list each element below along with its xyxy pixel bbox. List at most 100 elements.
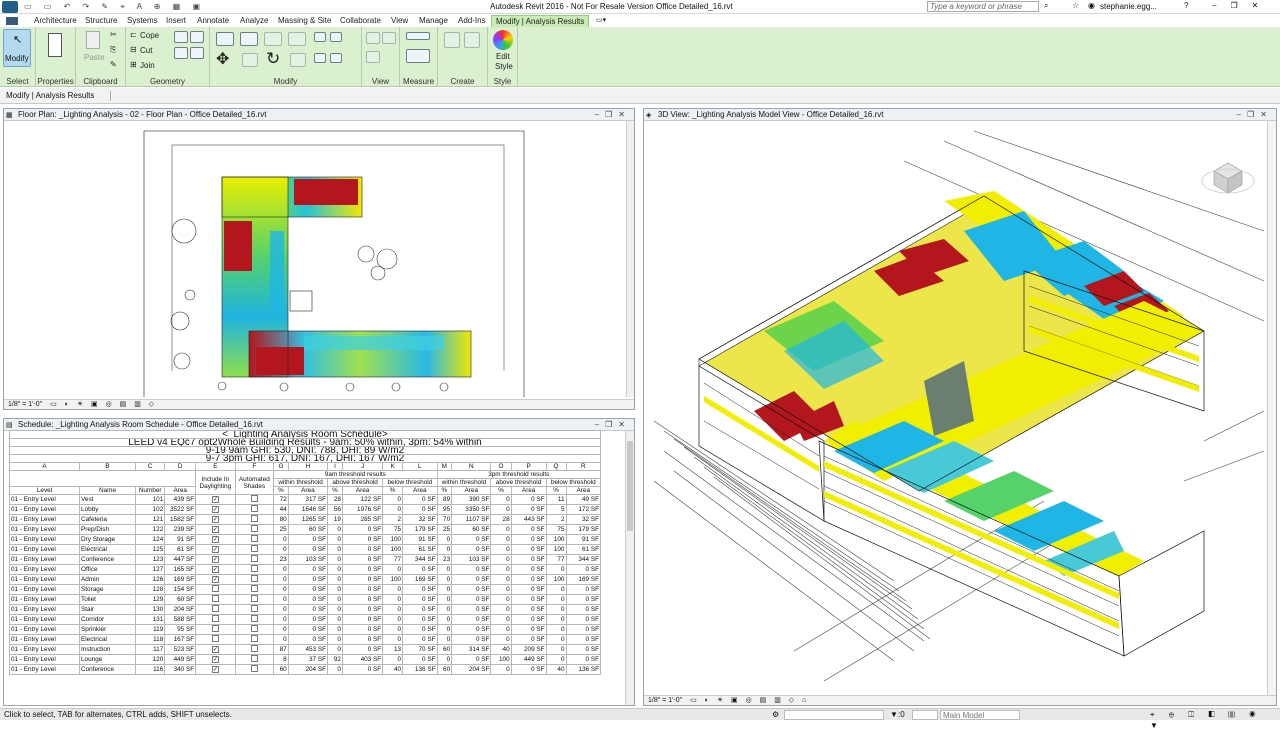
cell-b9-area[interactable]: 0 SF [402, 494, 438, 505]
edit-style-line1[interactable]: Edit [496, 52, 510, 61]
cell-include[interactable]: ✓ [195, 574, 236, 585]
col-letter[interactable]: M [436, 462, 453, 471]
cell-a9-pct[interactable]: 0 [327, 624, 343, 635]
cell-area[interactable]: 165 SF [164, 564, 197, 575]
cell-w3-area[interactable]: 0 SF [451, 584, 492, 595]
cell-a9-pct[interactable]: 0 [327, 564, 343, 575]
cell-w9-pct[interactable]: 25 [273, 524, 289, 535]
cell-name[interactable]: Toilet [79, 594, 136, 605]
cell-b9-pct[interactable]: 100 [382, 544, 404, 555]
cell-w9-pct[interactable]: 8 [273, 654, 289, 665]
cell-auto[interactable] [234, 504, 275, 515]
cell-w9-area[interactable]: 317 SF [287, 494, 329, 505]
cell-w3-pct[interactable]: 0 [436, 574, 453, 585]
checked-checkbox-icon[interactable]: ✓ [211, 516, 219, 523]
cell-b9-area[interactable]: 0 SF [402, 594, 438, 605]
cell-b9-area[interactable]: 0 SF [402, 624, 438, 635]
cell-b9-pct[interactable]: 0 [382, 504, 404, 515]
tab-structure[interactable]: Structure [81, 15, 121, 27]
panel-label-select[interactable]: Select [0, 77, 35, 86]
cell-w9-area[interactable]: 0 SF [287, 574, 329, 585]
cell-a3-area[interactable]: 0 SF [510, 554, 547, 565]
cell-w3-pct[interactable]: 89 [436, 494, 453, 505]
checkbox-icon[interactable] [250, 645, 258, 652]
cell-a3-pct[interactable]: 0 [490, 494, 512, 505]
cell-w3-area[interactable]: 0 SF [451, 624, 492, 635]
cell-include[interactable]: ✓ [195, 544, 236, 555]
cell-b9-area[interactable]: 0 SF [402, 604, 438, 615]
cell-w3-pct[interactable]: 95 [436, 504, 453, 515]
mirror-draw-icon[interactable] [288, 32, 306, 46]
cell-a9-pct[interactable]: 0 [327, 534, 343, 545]
checked-checkbox-icon[interactable]: ✓ [211, 646, 219, 653]
cell-b9-area[interactable]: 0 SF [402, 564, 438, 575]
cell-b3-pct[interactable]: 100 [545, 574, 567, 585]
cell-b9-pct[interactable]: 0 [382, 564, 404, 575]
cell-a9-area[interactable]: 0 SF [341, 554, 384, 565]
tab-architecture[interactable]: Architecture [30, 15, 81, 27]
cell-a9-area[interactable]: 0 SF [341, 624, 384, 635]
cell-level[interactable]: 01 - Entry Level [9, 494, 80, 505]
view-tool-2-icon[interactable] [382, 32, 396, 44]
cell-include[interactable]: ✓ [195, 644, 236, 655]
checkbox-icon[interactable] [211, 625, 219, 632]
measure-icon[interactable] [406, 32, 430, 40]
create-similar-icon[interactable] [464, 32, 480, 48]
cell-w9-pct[interactable]: 23 [273, 554, 289, 565]
cell-b9-area[interactable]: 179 SF [402, 524, 438, 535]
col-letter[interactable]: F [234, 462, 275, 471]
col-letter[interactable]: G [273, 462, 289, 471]
cell-a9-area[interactable]: 0 SF [341, 664, 384, 675]
cell-w3-area[interactable]: 0 SF [451, 604, 492, 615]
cell-number[interactable]: 127 [134, 564, 166, 575]
cell-w3-pct[interactable]: 0 [436, 584, 453, 595]
cell-area[interactable]: 91 SF [164, 534, 197, 545]
cell-level[interactable]: 01 - Entry Level [9, 564, 80, 575]
cell-number[interactable]: 129 [134, 594, 166, 605]
table-row[interactable]: 01 - Entry Level Vest 101 439 SF ✓ 72 317 SF 28… [9, 494, 601, 505]
cell-b3-pct[interactable]: 100 [545, 544, 567, 555]
cell-b9-area[interactable]: 344 SF [402, 554, 438, 565]
cell-name[interactable]: Electrical [79, 634, 136, 645]
geometry-tool-4-icon[interactable] [190, 47, 204, 59]
cell-b3-area[interactable]: 32 SF [565, 514, 601, 525]
cell-b3-pct[interactable]: 0 [545, 654, 567, 665]
cell-level[interactable]: 01 - Entry Level [9, 644, 80, 655]
cell-auto[interactable] [234, 494, 275, 505]
cell-a3-pct[interactable]: 0 [490, 574, 512, 585]
cell-b9-pct[interactable]: 0 [382, 624, 404, 635]
cell-a9-pct[interactable]: 56 [327, 504, 343, 515]
cell-w3-pct[interactable]: 0 [436, 634, 453, 645]
worksets-icon[interactable]: ⚙ [772, 709, 779, 720]
cell-a9-area[interactable]: 0 SF [341, 544, 384, 555]
cell-a3-pct[interactable]: 0 [490, 624, 512, 635]
cell-a3-pct[interactable]: 0 [490, 604, 512, 615]
cell-a3-area[interactable]: 0 SF [510, 594, 547, 605]
cell-include[interactable]: ✓ [195, 654, 236, 665]
cell-w9-area[interactable]: 0 SF [287, 634, 329, 645]
cell-w3-pct[interactable]: 0 [436, 624, 453, 635]
cell-include[interactable] [195, 594, 236, 605]
create-group-icon[interactable] [444, 32, 460, 48]
cell-w3-pct[interactable]: 0 [436, 654, 453, 665]
cell-b3-pct[interactable]: 0 [545, 614, 567, 625]
cell-b9-area[interactable]: 0 SF [402, 634, 438, 645]
cell-a9-area[interactable]: 0 SF [341, 574, 384, 585]
main-model-field[interactable]: Main Model [940, 710, 1020, 720]
checkbox-icon[interactable] [250, 565, 258, 572]
col-letter[interactable]: D [164, 462, 197, 471]
checkbox-icon[interactable] [211, 595, 219, 602]
cell-number[interactable]: 121 [134, 514, 166, 525]
cell-name[interactable]: Lounge [79, 654, 136, 665]
user-name[interactable]: stephanie.egg... [1100, 2, 1157, 11]
cell-a9-pct[interactable]: 0 [327, 644, 343, 655]
col-letter[interactable]: C [134, 462, 166, 471]
cell-a3-area[interactable]: 0 SF [510, 604, 547, 615]
user-icon[interactable]: ◉ [1088, 1, 1095, 10]
cell-auto[interactable] [234, 514, 275, 525]
cell-b9-area[interactable]: 91 SF [402, 534, 438, 545]
cell-a3-area[interactable]: 0 SF [510, 534, 547, 545]
checkbox-icon[interactable] [250, 585, 258, 592]
cell-w3-area[interactable]: 0 SF [451, 544, 492, 555]
cell-w3-pct[interactable]: 0 [436, 594, 453, 605]
